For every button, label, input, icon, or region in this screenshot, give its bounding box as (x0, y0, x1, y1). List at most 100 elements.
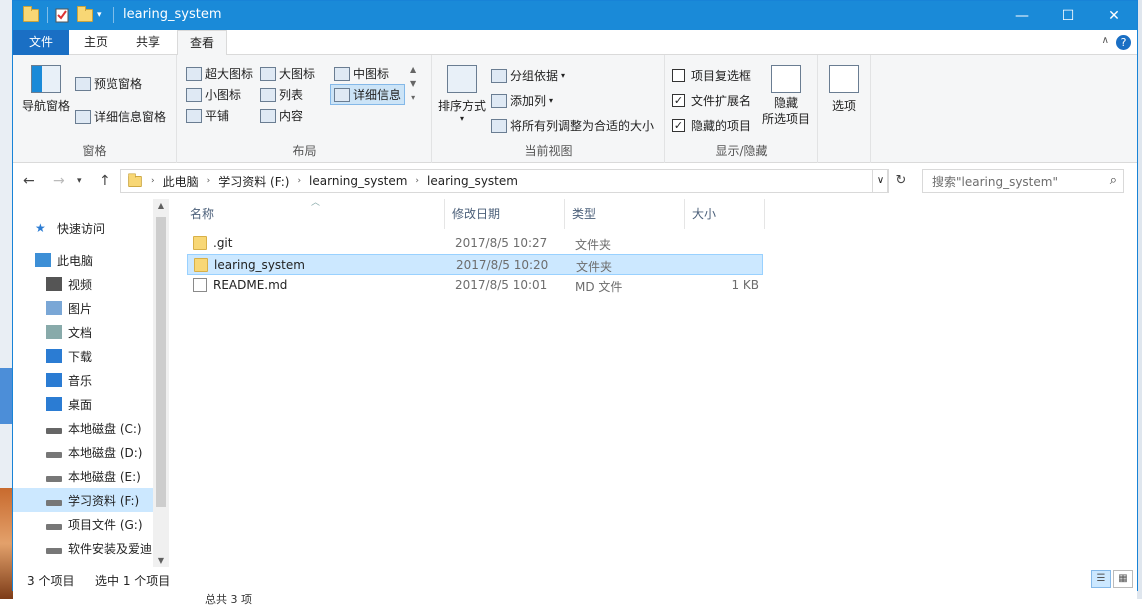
hide-selected-icon (771, 65, 801, 93)
nav-item[interactable]: 学习资料 (F:) (13, 488, 153, 512)
new-folder-icon[interactable] (77, 5, 93, 23)
help-icon[interactable]: ? (1116, 35, 1131, 50)
scroll-up-icon[interactable]: ▲ (410, 63, 416, 77)
nav-item[interactable]: 项目文件 (G:) (13, 512, 153, 536)
file-list: 名称 ︿ 修改日期 类型 大小 .git 2017/8/5 10:27 文件夹 lea… (183, 198, 1139, 567)
search-icon[interactable]: ⌕ (1110, 173, 1117, 188)
add-column-button[interactable]: 添加列 ▾ (491, 92, 553, 109)
expand-icon[interactable]: ▾ (411, 91, 415, 105)
details-pane-button[interactable]: 详细信息窗格 (75, 108, 166, 125)
customize-toolbar-icon[interactable]: ▾ (97, 7, 102, 23)
layout-small-icons[interactable]: 小图标 (186, 86, 241, 103)
navigation-pane-button[interactable]: 导航窗格 (21, 65, 71, 114)
nav-item[interactable]: 此电脑 (13, 248, 153, 272)
scroll-up-icon[interactable]: ▲ (153, 201, 169, 210)
layout-scroll-buttons[interactable]: ▲ ▼ ▾ (410, 63, 416, 105)
column-header-size[interactable]: 大小 (685, 199, 765, 229)
file-row[interactable]: .git 2017/8/5 10:27 文件夹 (187, 233, 763, 254)
nav-item[interactable]: 图片 (13, 296, 153, 320)
minimize-button[interactable]: — (999, 1, 1045, 30)
up-arrow-icon[interactable]: ↑ (99, 173, 111, 189)
column-header-name[interactable]: 名称 ︿ (183, 198, 445, 229)
nav-item-label: 音乐 (68, 373, 93, 388)
hidden-items-toggle[interactable]: ✓ 隐藏的项目 (672, 117, 751, 134)
tab-share[interactable]: 共享 (125, 30, 171, 55)
breadcrumb-learing-system[interactable]: learing_system (427, 174, 518, 188)
options-button[interactable]: 选项 (829, 65, 859, 114)
layout-list[interactable]: 列表 (260, 86, 303, 103)
back-arrow-icon[interactable]: ← (23, 173, 35, 189)
hide-selected-button[interactable]: 隐藏 所选项目 (760, 65, 812, 127)
recent-locations-icon[interactable]: ▾ (77, 176, 82, 186)
checkbox-checked[interactable]: ✓ (672, 119, 685, 132)
file-name: README.md (213, 278, 288, 292)
nav-item[interactable]: 文档 (13, 320, 153, 344)
sort-by-button[interactable]: 排序方式 ▾ (438, 65, 486, 123)
selected-count: 选中 1 个项目 (95, 574, 171, 588)
nav-item[interactable]: 软件安装及爱迪 (13, 536, 153, 560)
nav-item[interactable]: 本地磁盘 (D:) (13, 440, 153, 464)
column-header-type[interactable]: 类型 (565, 199, 685, 229)
ribbon: 导航窗格 预览窗格 详细信息窗格 窗格 超大图标 大图标 中图标 小图标 列表 … (13, 55, 1137, 163)
breadcrumb-drive-f[interactable]: 学习资料 (F:) (218, 173, 289, 190)
explorer-window: ▾ learing_system — ☐ ✕ 文件 主页 共享 查看 ∧ ? 导… (12, 0, 1138, 591)
group-by-button[interactable]: 分组依据 ▾ (491, 67, 565, 84)
nav-item[interactable]: 视频 (13, 272, 153, 296)
chevron-right-icon[interactable]: › (415, 176, 419, 186)
layout-tiles[interactable]: 平铺 (186, 107, 229, 124)
nav-item[interactable]: 音乐 (13, 368, 153, 392)
column-header-modified[interactable]: 修改日期 (445, 199, 565, 229)
refresh-icon[interactable]: ↻ (891, 169, 911, 193)
scrollbar-thumb[interactable] (156, 217, 166, 507)
chevron-right-icon[interactable]: › (297, 176, 301, 186)
video-icon (46, 277, 62, 291)
file-row[interactable]: learing_system 2017/8/5 10:20 文件夹 (187, 254, 763, 275)
checkbox-checked[interactable]: ✓ (672, 94, 685, 107)
item-checkboxes-label: 项目复选框 (691, 69, 752, 83)
nav-item[interactable]: 本地磁盘 (C:) (13, 416, 153, 440)
item-checkboxes-toggle[interactable]: 项目复选框 (672, 67, 751, 84)
close-button[interactable]: ✕ (1091, 1, 1137, 30)
search-input[interactable]: 搜索"learing_system" ⌕ (922, 169, 1124, 193)
breadcrumb-learning-system[interactable]: learning_system (309, 174, 407, 188)
nav-item-label: 快速访问 (57, 221, 106, 236)
nav-item[interactable]: ★ 快速访问 (13, 216, 153, 240)
layout-content[interactable]: 内容 (260, 107, 303, 124)
layout-medium-icons[interactable]: 中图标 (334, 65, 389, 82)
layout-label: 详细信息 (353, 88, 402, 102)
forward-arrow-icon[interactable]: → (53, 173, 65, 189)
address-history-dropdown[interactable]: ∨ (872, 169, 889, 193)
layout-details[interactable]: 详细信息 (330, 84, 406, 105)
scroll-down-icon[interactable]: ▼ (153, 556, 169, 565)
layout-label: 内容 (279, 109, 304, 123)
layout-extra-large-icons[interactable]: 超大图标 (186, 65, 253, 82)
title-bar[interactable]: ▾ learing_system — ☐ ✕ (13, 1, 1137, 30)
chevron-right-icon[interactable]: › (207, 176, 211, 186)
status-bar: 3 个项目 选中 1 个项目 ☰ ▦ (13, 568, 1137, 591)
checkbox-unchecked[interactable] (672, 69, 685, 82)
fit-columns-button[interactable]: 将所有列调整为合适的大小 (491, 117, 654, 134)
maximize-button[interactable]: ☐ (1045, 1, 1091, 30)
preview-pane-button[interactable]: 预览窗格 (75, 75, 142, 92)
nav-item[interactable]: 本地磁盘 (E:) (13, 464, 153, 488)
file-row[interactable]: README.md 2017/8/5 10:01 MD 文件 1 KB (187, 275, 763, 296)
tab-view[interactable]: 查看 (177, 30, 227, 56)
file-extensions-toggle[interactable]: ✓ 文件扩展名 (672, 92, 751, 109)
layout-large-icons[interactable]: 大图标 (260, 65, 315, 82)
address-bar[interactable]: › 此电脑 › 学习资料 (F:) › learning_system › le… (120, 169, 888, 193)
tiles-icon (186, 108, 202, 123)
tab-file[interactable]: 文件 (13, 30, 69, 55)
tab-home[interactable]: 主页 (73, 30, 119, 55)
folder-icon (127, 172, 143, 188)
nav-item[interactable]: 桌面 (13, 392, 153, 416)
layout-label: 小图标 (205, 88, 242, 102)
chevron-up-icon[interactable]: ∧ (1102, 35, 1109, 46)
properties-icon[interactable] (55, 7, 69, 23)
details-view-icon[interactable]: ☰ (1091, 570, 1111, 588)
nav-item[interactable]: 下载 (13, 344, 153, 368)
chevron-right-icon[interactable]: › (151, 176, 155, 186)
nav-pane-scrollbar[interactable]: ▲ ▼ (153, 199, 169, 567)
large-icons-view-icon[interactable]: ▦ (1113, 570, 1133, 588)
breadcrumb-this-pc[interactable]: 此电脑 (163, 173, 199, 190)
scroll-down-icon[interactable]: ▼ (410, 77, 416, 91)
